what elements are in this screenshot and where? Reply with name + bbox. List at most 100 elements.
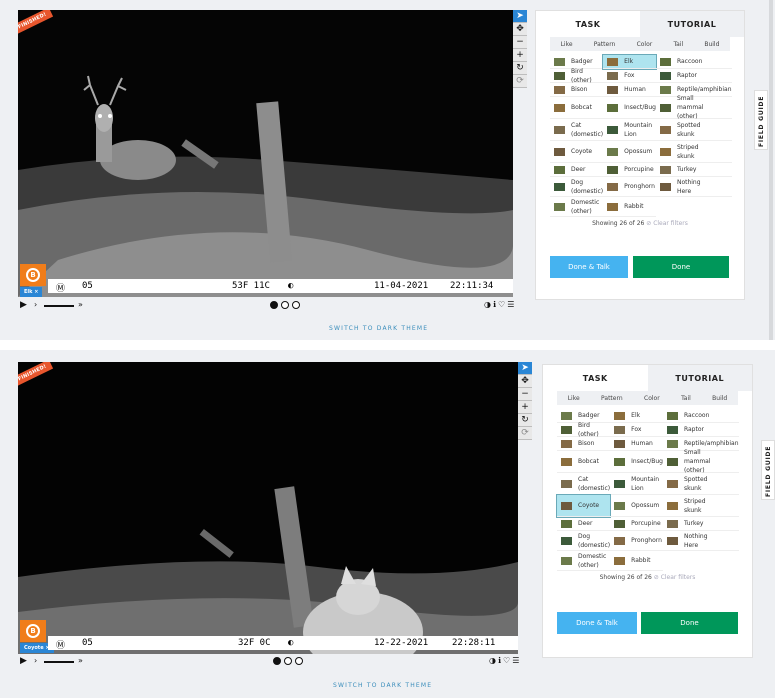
choice-striped-skunk[interactable]: Striped skunk (655, 141, 732, 163)
choice-turkey[interactable]: Turkey (662, 517, 739, 531)
choice-spotted-skunk[interactable]: Spotted skunk (655, 119, 732, 141)
collections-icon[interactable]: ☰ (507, 300, 516, 309)
play-icon[interactable]: ▶ (20, 300, 27, 310)
filter-color[interactable]: Color (644, 395, 660, 402)
field-guide-tab[interactable]: FIELD GUIDE (754, 90, 768, 150)
choice-cat-domestic[interactable]: Cat (domestic) (550, 119, 604, 141)
choice-dog-domestic[interactable]: Dog (domestic) (550, 177, 604, 197)
collections-icon[interactable]: ☰ (512, 656, 521, 665)
frame-dot-1[interactable] (270, 301, 278, 309)
done-button[interactable]: Done (633, 256, 729, 278)
choice-porcupine[interactable]: Porcupine (603, 163, 656, 177)
choice-raptor[interactable]: Raptor (662, 423, 739, 437)
choice-bobcat[interactable]: Bobcat (550, 97, 604, 119)
filter-pattern[interactable]: Pattern (594, 41, 616, 48)
choice-raccoon[interactable]: Raccoon (662, 409, 739, 423)
choice-insect-bug[interactable]: Insect/Bug (603, 97, 656, 119)
page-scrollbar[interactable] (769, 0, 773, 340)
dark-theme-link[interactable]: SWITCH TO DARK THEME (329, 325, 428, 332)
choice-coyote[interactable]: Coyote (555, 494, 612, 518)
invert-icon[interactable]: ◑ (484, 300, 493, 309)
pointer-icon[interactable]: ➤ (513, 10, 527, 22)
filter-like[interactable]: Like (561, 41, 573, 48)
choice-nothing-here[interactable]: Nothing Here (655, 177, 732, 197)
choice-small-mammal-other[interactable]: Small mammal (other) (655, 95, 732, 120)
tab-task[interactable]: TASK (543, 365, 648, 391)
rotate-icon[interactable]: ↻ (513, 62, 527, 74)
choice-rabbit[interactable]: Rabbit (603, 197, 656, 217)
choice-bird-other[interactable]: Bird (other) (557, 422, 611, 438)
choice-striped-skunk[interactable]: Striped skunk (662, 495, 739, 517)
choice-human[interactable]: Human (610, 437, 663, 451)
tab-tutorial[interactable]: TUTORIAL (647, 365, 752, 391)
choice-domestic-other[interactable]: Domestic (other) (550, 197, 604, 217)
choice-fox[interactable]: Fox (610, 423, 663, 437)
choice-human[interactable]: Human (603, 83, 656, 97)
fast-forward-icon[interactable]: » (78, 300, 83, 309)
choice-nothing-here[interactable]: Nothing Here (662, 531, 739, 551)
play-icon[interactable]: ▶ (20, 656, 27, 666)
choice-small-mammal-other[interactable]: Small mammal (other) (662, 449, 739, 474)
frame-dot-3[interactable] (295, 657, 303, 665)
choice-insect-bug[interactable]: Insect/Bug (610, 451, 663, 473)
frame-dot-2[interactable] (284, 657, 292, 665)
zoom-out-icon[interactable]: − (513, 36, 527, 48)
fast-forward-icon[interactable]: » (78, 656, 83, 665)
favorite-icon[interactable]: ♡ (503, 656, 512, 665)
tab-task[interactable]: TASK (536, 11, 640, 37)
reset-icon[interactable]: ⟳ (513, 75, 527, 87)
choice-elk[interactable]: Elk (610, 409, 663, 423)
subject-image[interactable]: FINISHED! B Elk × Ⓜ 05 53F 11C ◐ 11-04-2… (18, 10, 513, 297)
frame-dot-2[interactable] (281, 301, 289, 309)
clear-filters-link[interactable]: ⊘ Clear filters (654, 574, 696, 581)
subject-image[interactable]: FINISHED! B Coyote × Ⓜ 05 32F 0C ◐ 12-22… (18, 362, 518, 654)
zoom-out-icon[interactable]: − (518, 388, 532, 400)
choice-porcupine[interactable]: Porcupine (610, 517, 663, 531)
filter-tail[interactable]: Tail (673, 41, 683, 48)
filter-color[interactable]: Color (637, 41, 653, 48)
step-forward-icon[interactable]: › (34, 656, 37, 665)
move-icon[interactable]: ✥ (513, 23, 527, 35)
choice-cat-domestic[interactable]: Cat (domestic) (557, 473, 611, 495)
field-guide-tab[interactable]: FIELD GUIDE (761, 440, 775, 500)
playback-scrubber[interactable] (44, 305, 74, 307)
choice-turkey[interactable]: Turkey (655, 163, 732, 177)
choice-bobcat[interactable]: Bobcat (557, 451, 611, 473)
choice-elk[interactable]: Elk (602, 54, 657, 70)
frame-dot-3[interactable] (292, 301, 300, 309)
step-forward-icon[interactable]: › (34, 300, 37, 309)
filter-tail[interactable]: Tail (681, 395, 691, 402)
choice-rabbit[interactable]: Rabbit (610, 551, 663, 571)
zoom-in-icon[interactable]: + (518, 401, 532, 413)
choice-bird-other[interactable]: Bird (other) (550, 68, 604, 84)
filter-pattern[interactable]: Pattern (601, 395, 623, 402)
choice-raptor[interactable]: Raptor (655, 69, 732, 83)
done-talk-button[interactable]: Done & Talk (557, 612, 637, 634)
choice-bison[interactable]: Bison (557, 437, 611, 451)
clear-filters-link[interactable]: ⊘ Clear filters (646, 220, 688, 227)
choice-pronghorn[interactable]: Pronghorn (610, 531, 663, 551)
done-talk-button[interactable]: Done & Talk (550, 256, 628, 278)
choice-raccoon[interactable]: Raccoon (655, 55, 732, 69)
dark-theme-link[interactable]: SWITCH TO DARK THEME (333, 682, 432, 689)
choice-coyote[interactable]: Coyote (550, 141, 604, 163)
zoom-in-icon[interactable]: + (513, 49, 527, 61)
choice-mountain-lion[interactable]: Mountain Lion (610, 473, 663, 495)
tab-tutorial[interactable]: TUTORIAL (640, 11, 744, 37)
playback-scrubber[interactable] (44, 661, 74, 663)
choice-spotted-skunk[interactable]: Spotted skunk (662, 473, 739, 495)
choice-opossum[interactable]: Opossum (603, 141, 656, 163)
choice-dog-domestic[interactable]: Dog (domestic) (557, 531, 611, 551)
invert-icon[interactable]: ◑ (489, 656, 498, 665)
filter-build[interactable]: Build (704, 41, 719, 48)
choice-bison[interactable]: Bison (550, 83, 604, 97)
choice-pronghorn[interactable]: Pronghorn (603, 177, 656, 197)
choice-deer[interactable]: Deer (557, 517, 611, 531)
pointer-icon[interactable]: ➤ (518, 362, 532, 374)
rotate-icon[interactable]: ↻ (518, 414, 532, 426)
frame-dot-1[interactable] (273, 657, 281, 665)
choice-mountain-lion[interactable]: Mountain Lion (603, 119, 656, 141)
done-button[interactable]: Done (641, 612, 738, 634)
reset-icon[interactable]: ⟳ (518, 427, 532, 439)
move-icon[interactable]: ✥ (518, 375, 532, 387)
